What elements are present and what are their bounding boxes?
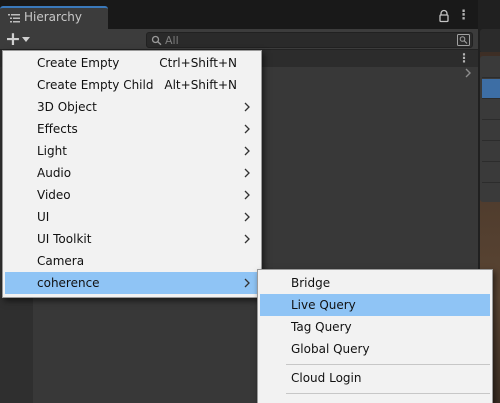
scale-tool-icon[interactable] (482, 121, 500, 141)
rotate-tool-icon[interactable] (482, 100, 500, 120)
menu-item-ui-toolkit[interactable]: UI Toolkit (5, 228, 259, 250)
menu-item-audio[interactable]: Audio (5, 162, 259, 184)
chevron-right-icon (244, 234, 250, 244)
scene-toolbar-edge (480, 29, 500, 53)
menu-item-label: UI (37, 210, 50, 224)
menu-item-create-empty[interactable]: Create Empty Ctrl+Shift+N (5, 52, 259, 74)
submenu-item-cloud-login[interactable]: Cloud Login (260, 367, 490, 389)
rect-tool-icon[interactable] (482, 142, 500, 162)
transform-tool-icon[interactable] (482, 163, 500, 183)
chevron-right-icon (244, 102, 250, 112)
menu-item-label: Live Query (291, 298, 356, 312)
hierarchy-toolbar: + (0, 28, 478, 50)
menu-item-label: Video (37, 188, 71, 202)
menu-item-video[interactable]: Video (5, 184, 259, 206)
submenu-item-global-query[interactable]: Global Query (260, 338, 490, 360)
menu-item-label: Cloud Login (291, 371, 362, 385)
dropdown-caret-icon (22, 37, 30, 42)
menu-item-light[interactable]: Light (5, 140, 259, 162)
scene-tools-panel (480, 56, 500, 202)
kebab-menu-icon[interactable]: ⋮ (457, 9, 470, 25)
scene-kebab-icon[interactable]: ⋮ (458, 51, 470, 65)
search-type-icon[interactable] (457, 34, 470, 46)
chevron-right-icon (244, 124, 250, 134)
menu-item-label: 3D Object (37, 100, 97, 114)
chevron-right-icon (244, 168, 250, 178)
tab-hierarchy[interactable]: Hierarchy (0, 6, 108, 29)
chevron-right-icon (244, 212, 250, 222)
menu-separator (286, 393, 490, 394)
submenu-item-live-query[interactable]: Live Query (260, 294, 490, 316)
chevron-right-icon[interactable] (463, 66, 473, 80)
menu-item-label: coherence (37, 276, 100, 290)
menu-item-coherence[interactable]: coherence (5, 272, 259, 294)
menu-item-label: Tag Query (291, 320, 352, 334)
chevron-right-icon (244, 190, 250, 200)
menu-separator (286, 364, 490, 365)
lock-icon[interactable] (437, 9, 451, 23)
search-input[interactable] (165, 33, 445, 47)
tab-title: Hierarchy (24, 10, 83, 24)
menu-item-ui[interactable]: UI (5, 206, 259, 228)
menu-item-label: Audio (37, 166, 72, 180)
menu-item-label: Create Empty Child (37, 78, 154, 92)
menu-item-label: Global Query (291, 342, 370, 356)
add-button[interactable]: + (3, 28, 33, 50)
create-context-menu: Create Empty Ctrl+Shift+N Create Empty C… (2, 50, 262, 298)
hierarchy-header: Hierarchy ⋮ (0, 0, 478, 29)
chevron-right-icon (244, 146, 250, 156)
menu-item-shortcut: Alt+Shift+N (164, 78, 237, 92)
menu-item-label: Create Empty (37, 56, 120, 70)
hand-tool-icon[interactable] (482, 58, 500, 78)
coherence-submenu: Bridge Live Query Tag Query Global Query… (257, 269, 493, 403)
menu-item-create-empty-child[interactable]: Create Empty Child Alt+Shift+N (5, 74, 259, 96)
move-tool-icon[interactable] (482, 79, 500, 99)
menu-item-shortcut: Ctrl+Shift+N (159, 56, 237, 70)
menu-item-label: Effects (37, 122, 78, 136)
submenu-item-tag-query[interactable]: Tag Query (260, 316, 490, 338)
search-icon (151, 35, 162, 46)
chevron-right-icon (244, 278, 250, 288)
menu-item-label: UI Toolkit (37, 232, 92, 246)
menu-item-effects[interactable]: Effects (5, 118, 259, 140)
submenu-item-bridge[interactable]: Bridge (260, 272, 490, 294)
search-field[interactable] (146, 32, 473, 48)
menu-item-label: Bridge (291, 276, 331, 290)
plus-icon: + (5, 28, 21, 50)
menu-item-3d-object[interactable]: 3D Object (5, 96, 259, 118)
list-icon (8, 14, 20, 23)
menu-item-label: Light (37, 144, 67, 158)
menu-item-label: Camera (37, 254, 85, 268)
menu-item-camera[interactable]: Camera (5, 250, 259, 272)
